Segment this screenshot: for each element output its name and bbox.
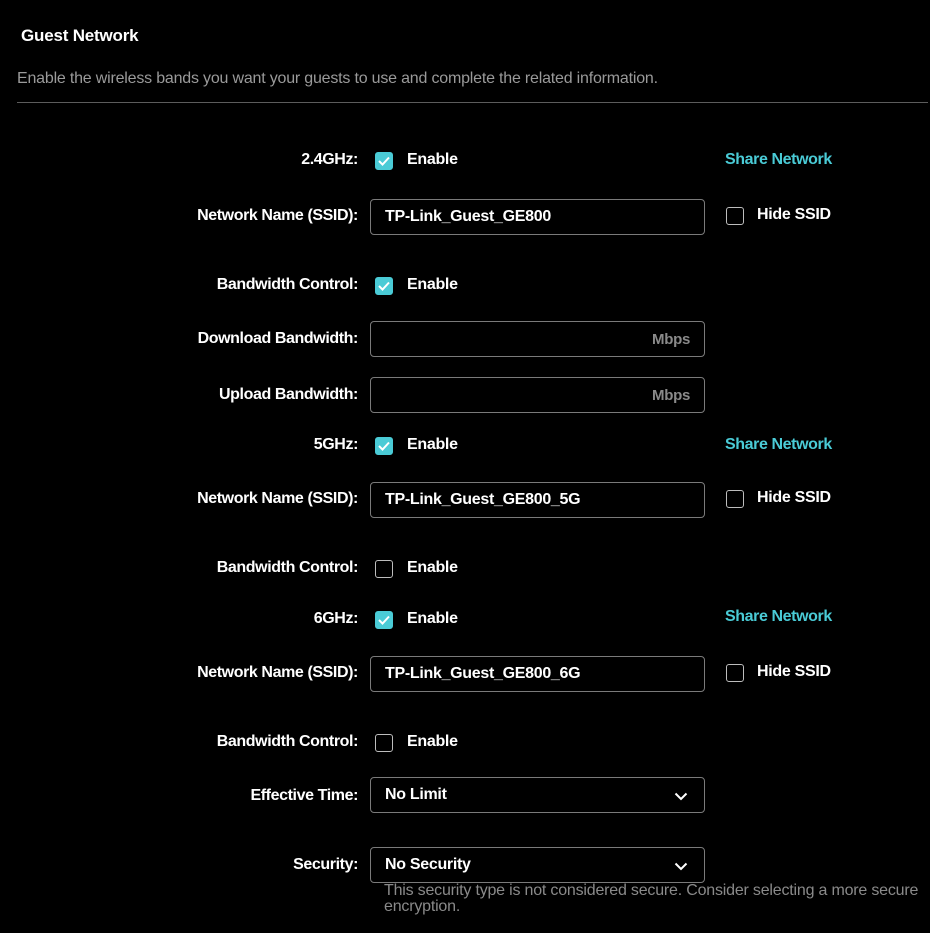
band-6-share-network-link[interactable]: Share Network: [725, 608, 832, 626]
band-6-hide-ssid-checkbox[interactable]: [726, 664, 744, 682]
band-5-share-network-link[interactable]: Share Network: [725, 436, 832, 454]
band-6-bandwidth-label: Bandwidth Control:: [216, 733, 359, 750]
band-5-hide-ssid-checkbox[interactable]: [726, 490, 744, 508]
security-label: Security:: [293, 856, 358, 873]
security-warning: This security type is not considered sec…: [384, 882, 919, 915]
band-6-label: 6GHz:: [313, 610, 359, 627]
band-24-share-network-link[interactable]: Share Network: [725, 151, 832, 169]
page-title: Guest Network: [21, 26, 139, 45]
band-6-bandwidth-enable-label[interactable]: Enable: [407, 733, 458, 751]
band-24-label: 2.4GHz:: [301, 151, 358, 168]
band-5-ssid-input[interactable]: [371, 483, 704, 517]
chevron-down-icon: [674, 792, 688, 801]
band-6-ssid-field[interactable]: [370, 656, 705, 692]
band-6-hide-ssid-label[interactable]: Hide SSID: [757, 663, 831, 681]
checkmark-icon: [378, 281, 390, 291]
band-24-enable-checkbox[interactable]: [375, 152, 393, 170]
band-5-enable-checkbox[interactable]: [375, 437, 393, 455]
band-5-label: 5GHz:: [313, 436, 359, 453]
security-value: No Security: [385, 856, 471, 873]
effective-time-label: Effective Time:: [250, 787, 358, 804]
checkmark-icon: [378, 156, 390, 166]
upload-bandwidth-label: Upload Bandwidth:: [219, 386, 358, 403]
upload-bandwidth-unit: Mbps: [652, 387, 690, 404]
checkmark-icon: [378, 615, 390, 625]
divider: [17, 102, 928, 103]
band-24-bandwidth-enable-label[interactable]: Enable: [407, 276, 458, 294]
band-5-bandwidth-enable-label[interactable]: Enable: [407, 559, 458, 577]
checkmark-icon: [378, 441, 390, 451]
download-bandwidth-label: Download Bandwidth:: [197, 330, 359, 347]
band-24-ssid-label: Network Name (SSID):: [197, 207, 358, 224]
chevron-down-icon: [674, 862, 688, 871]
effective-time-select[interactable]: No Limit: [370, 777, 705, 813]
effective-time-value: No Limit: [385, 786, 447, 803]
page-description: Enable the wireless bands you want your …: [17, 70, 658, 87]
band-6-enable-checkbox[interactable]: [375, 611, 393, 629]
band-24-bandwidth-enable-checkbox[interactable]: [375, 277, 393, 295]
band-5-hide-ssid-label[interactable]: Hide SSID: [757, 489, 831, 507]
band-24-ssid-input[interactable]: [371, 200, 704, 234]
band-24-ssid-field[interactable]: [370, 199, 705, 235]
band-6-bandwidth-enable-checkbox[interactable]: [375, 734, 393, 752]
band-24-hide-ssid-label[interactable]: Hide SSID: [757, 206, 831, 224]
band-5-ssid-label: Network Name (SSID):: [197, 490, 358, 507]
band-5-ssid-field[interactable]: [370, 482, 705, 518]
download-bandwidth-field[interactable]: Mbps: [370, 321, 705, 357]
band-5-bandwidth-enable-checkbox[interactable]: [375, 560, 393, 578]
band-6-enable-label[interactable]: Enable: [407, 610, 458, 628]
download-bandwidth-unit: Mbps: [652, 331, 690, 348]
band-5-enable-label[interactable]: Enable: [407, 436, 458, 454]
band-6-ssid-label: Network Name (SSID):: [197, 664, 358, 681]
upload-bandwidth-field[interactable]: Mbps: [370, 377, 705, 413]
security-select[interactable]: No Security: [370, 847, 705, 883]
band-5-bandwidth-label: Bandwidth Control:: [216, 559, 359, 576]
band-24-enable-label[interactable]: Enable: [407, 151, 458, 169]
band-24-bandwidth-label: Bandwidth Control:: [216, 276, 359, 293]
band-24-hide-ssid-checkbox[interactable]: [726, 207, 744, 225]
band-6-ssid-input[interactable]: [371, 657, 704, 691]
